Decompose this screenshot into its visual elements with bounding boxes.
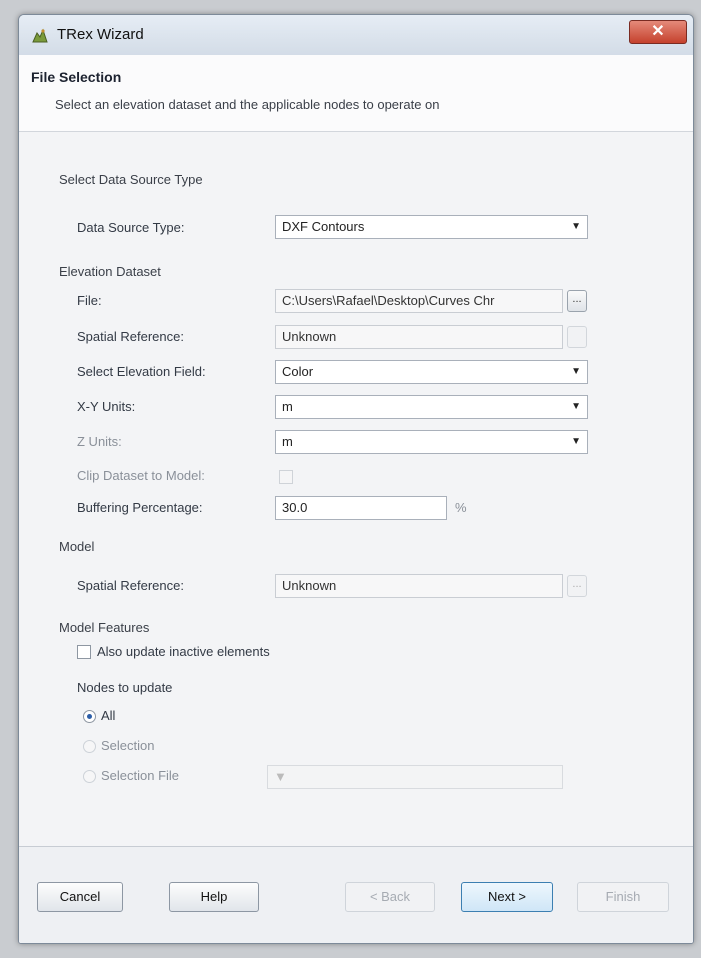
nodes-selection-file-label: Selection File [101, 768, 180, 783]
page-description: Select an elevation dataset and the appl… [55, 97, 440, 112]
elevation-field-dropdown[interactable]: Color ▼ [275, 360, 588, 384]
chevron-down-icon: ▼ [571, 401, 581, 412]
inactive-elements-label: Also update inactive elements [97, 644, 270, 659]
trex-app-icon [32, 28, 48, 43]
xy-units-label: X-Y Units: [77, 399, 136, 414]
file-browse-button[interactable]: ... [567, 290, 587, 312]
data-source-type-value: DXF Contours [282, 219, 365, 234]
nodes-selection-file-radio[interactable] [83, 770, 96, 783]
finish-button[interactable]: Finish [577, 882, 669, 912]
model-spatial-reference-field: Unknown [275, 574, 563, 598]
wizard-content: Select Data Source Type Data Source Type… [19, 132, 693, 837]
z-units-dropdown[interactable]: m ▼ [275, 430, 588, 454]
model-spatial-reference-label: Spatial Reference: [77, 578, 184, 593]
wizard-header: File Selection Select an elevation datas… [19, 55, 693, 132]
chevron-down-icon: ▼ [571, 366, 581, 377]
data-source-group-label: Select Data Source Type [59, 172, 203, 187]
nodes-all-radio[interactable] [83, 710, 96, 723]
wizard-window: TRex Wizard ✕ File Selection Select an e… [18, 14, 694, 944]
chevron-down-icon: ▼ [571, 436, 581, 447]
model-group-label: Model [59, 539, 95, 554]
elevation-field-label: Select Elevation Field: [77, 364, 206, 379]
buffering-percentage-input[interactable]: 30.0 [275, 496, 447, 520]
nodes-selection-label: Selection [101, 738, 155, 753]
selection-file-dropdown[interactable]: ▼ [267, 765, 563, 789]
clip-dataset-label: Clip Dataset to Model: [77, 468, 205, 483]
back-button[interactable]: < Back [345, 882, 435, 912]
z-units-label: Z Units: [77, 434, 122, 449]
wizard-footer: Cancel Help < Back Next > Finish [19, 846, 693, 943]
title-bar[interactable]: TRex Wizard ✕ [19, 15, 693, 56]
page-title: File Selection [31, 69, 122, 85]
buffering-percentage-label: Buffering Percentage: [77, 500, 203, 515]
spatial-reference-field: Unknown [275, 325, 563, 349]
clip-dataset-checkbox[interactable] [279, 470, 293, 484]
inactive-elements-checkbox[interactable] [77, 645, 91, 659]
xy-units-dropdown[interactable]: m ▼ [275, 395, 588, 419]
file-label: File: [77, 293, 102, 308]
elevation-group-label: Elevation Dataset [59, 264, 161, 279]
chevron-down-icon: ▼ [571, 221, 581, 232]
next-button[interactable]: Next > [461, 882, 553, 912]
data-source-type-label: Data Source Type: [77, 220, 185, 235]
spatial-reference-browse-button[interactable] [567, 326, 587, 348]
data-source-type-dropdown[interactable]: DXF Contours ▼ [275, 215, 588, 239]
nodes-to-update-label: Nodes to update [77, 680, 173, 695]
chevron-down-icon: ▼ [274, 769, 287, 784]
cancel-button[interactable]: Cancel [37, 882, 123, 912]
xy-units-value: m [282, 399, 293, 414]
nodes-all-label: All [101, 708, 116, 723]
spatial-reference-label: Spatial Reference: [77, 329, 184, 344]
file-path-field[interactable]: C:\Users\Rafael\Desktop\Curves Chr [275, 289, 563, 313]
elevation-field-value: Color [282, 364, 314, 379]
close-icon: ✕ [651, 23, 665, 40]
window-title: TRex Wizard [57, 26, 144, 43]
close-button[interactable]: ✕ [629, 20, 687, 44]
model-spatial-reference-browse-button[interactable]: ... [567, 575, 587, 597]
nodes-selection-radio[interactable] [83, 740, 96, 753]
model-features-group-label: Model Features [59, 620, 150, 635]
z-units-value: m [282, 434, 293, 449]
buffering-unit: % [455, 500, 467, 515]
help-button[interactable]: Help [169, 882, 259, 912]
